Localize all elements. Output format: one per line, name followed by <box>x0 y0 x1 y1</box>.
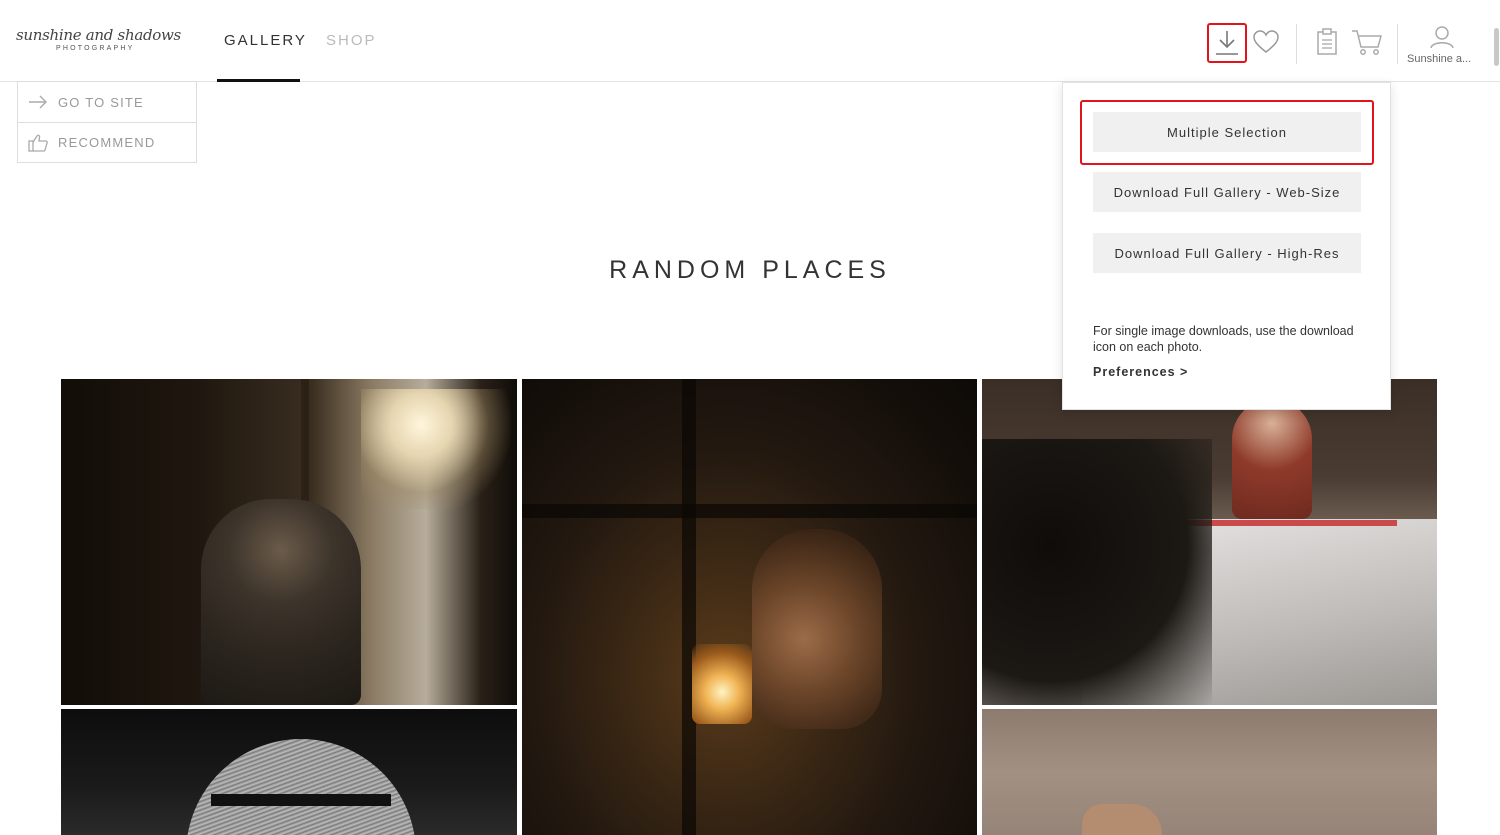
gallery-photo[interactable] <box>61 379 517 705</box>
gallery-photo[interactable] <box>982 379 1437 705</box>
favorites-button[interactable] <box>1251 27 1281 57</box>
download-button[interactable] <box>1207 23 1247 63</box>
go-to-site-label: GO TO SITE <box>58 94 144 110</box>
clipboard-icon <box>1317 28 1337 55</box>
arrow-right-icon <box>29 95 47 109</box>
recommend-label: RECOMMEND <box>58 135 156 150</box>
active-tab-indicator <box>217 79 300 82</box>
account-name[interactable]: Sunshine a... <box>1407 53 1471 65</box>
page-scrollbar[interactable] <box>1494 28 1499 66</box>
gallery-photo[interactable] <box>61 709 517 835</box>
account-button[interactable] <box>1427 24 1457 50</box>
download-menu: Multiple Selection Download Full Gallery… <box>1062 82 1391 410</box>
side-actions-panel: GO TO SITE RECOMMEND <box>17 81 197 163</box>
logo-subtitle: PHOTOGRAPHY <box>56 45 135 52</box>
header-divider <box>1397 24 1398 64</box>
cart-icon <box>1352 30 1382 55</box>
download-web-size-button[interactable]: Download Full Gallery - Web-Size <box>1093 172 1361 212</box>
download-high-res-button[interactable]: Download Full Gallery - High-Res <box>1093 233 1361 273</box>
tab-shop[interactable]: SHOP <box>326 32 377 49</box>
gallery-photo[interactable] <box>982 709 1437 835</box>
thumbs-up-icon <box>28 134 48 152</box>
recommend-button[interactable]: RECOMMEND <box>18 122 196 162</box>
logo-script-text: sunshine and shadows <box>16 26 181 44</box>
go-to-site-button[interactable]: GO TO SITE <box>18 82 196 122</box>
site-logo[interactable]: sunshine and shadows PHOTOGRAPHY <box>16 26 186 58</box>
multiple-selection-button[interactable]: Multiple Selection <box>1093 112 1361 152</box>
tab-gallery[interactable]: GALLERY <box>224 32 307 49</box>
cart-button[interactable] <box>1350 26 1384 58</box>
header-divider <box>1296 24 1297 64</box>
order-list-button[interactable] <box>1313 26 1341 58</box>
preferences-link[interactable]: Preferences > <box>1093 365 1188 379</box>
gallery-photo[interactable] <box>522 379 977 835</box>
download-note: For single image downloads, use the down… <box>1093 324 1354 354</box>
download-icon <box>1216 31 1238 55</box>
user-icon <box>1430 26 1454 49</box>
heart-icon <box>1253 30 1279 53</box>
site-header: sunshine and shadows PHOTOGRAPHY GALLERY… <box>0 0 1500 82</box>
